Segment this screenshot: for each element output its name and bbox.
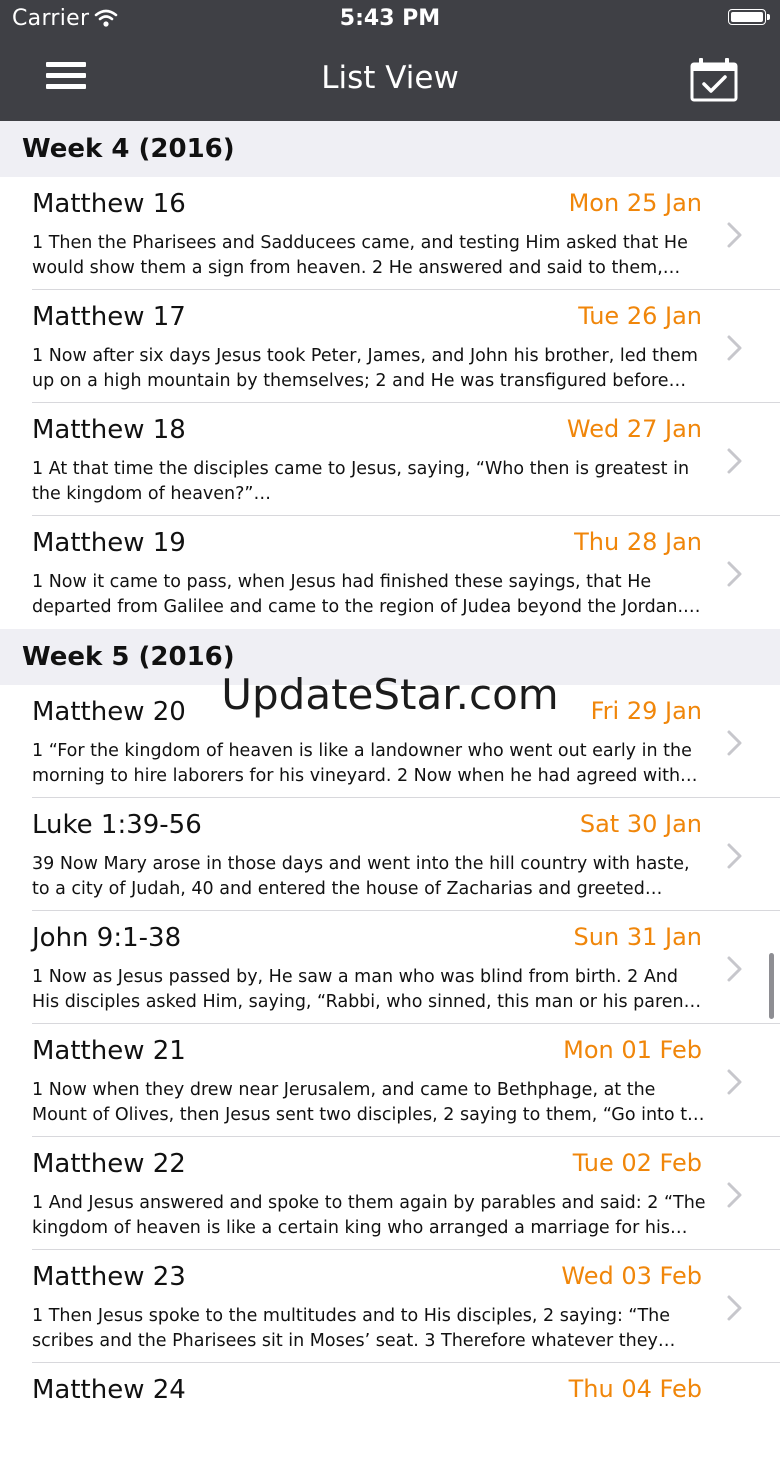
battery-icon [728, 9, 770, 27]
reading-excerpt: 39 Now Mary arose in those days and went… [32, 854, 690, 899]
list-item[interactable]: Matthew 18 Wed 27 Jan 1 At that time the… [0, 403, 780, 516]
list-item[interactable]: John 9:1-38 Sun 31 Jan 1 Now as Jesus pa… [0, 911, 780, 1024]
list-item[interactable]: Matthew 24 Thu 04 Feb [0, 1363, 780, 1476]
reading-excerpt: 1 Now after six days Jesus took Peter, J… [32, 346, 698, 391]
reading-list: Week 4 (2016) Matthew 16 Mon 25 Jan 1 Th… [0, 121, 780, 1476]
chevron-right-icon [727, 448, 742, 474]
reading-date: Tue 26 Jan [578, 302, 702, 330]
reading-excerpt: 1 At that time the disciples came to Jes… [32, 459, 690, 504]
list-item[interactable]: Luke 1:39-56 Sat 30 Jan 39 Now Mary aros… [0, 798, 780, 911]
menu-button[interactable] [38, 58, 94, 98]
chevron-right-icon [727, 335, 742, 361]
reading-excerpt: 1 “For the kingdom of heaven is like a l… [32, 741, 692, 786]
reading-date: Wed 03 Feb [561, 1262, 702, 1290]
list-item[interactable]: Matthew 17 Tue 26 Jan 1 Now after six da… [0, 290, 780, 403]
reading-title: Luke 1:39-56 [32, 810, 202, 840]
reading-title: Matthew 16 [32, 189, 186, 219]
reading-title: Matthew 24 [32, 1375, 186, 1405]
reading-excerpt: 1 Now when they drew near Jerusalem, and… [32, 1080, 705, 1125]
section-header-week-5: Week 5 (2016) [0, 629, 780, 685]
reading-excerpt: 1 Now it came to pass, when Jesus had fi… [32, 572, 701, 617]
reading-title: Matthew 19 [32, 528, 186, 558]
reading-date: Mon 01 Feb [563, 1036, 702, 1064]
clock-time: 5:43 PM [339, 6, 441, 31]
reading-excerpt: 1 Now as Jesus passed by, He saw a man w… [32, 967, 706, 1012]
calendar-check-icon [690, 58, 738, 102]
reading-excerpt: 1 Then the Pharisees and Sadducees came,… [32, 233, 688, 278]
chevron-right-icon [727, 222, 742, 248]
navigation-header: Carrier 5:43 PM List View [0, 0, 780, 121]
reading-date: Tue 02 Feb [572, 1149, 702, 1177]
list-item[interactable]: Matthew 22 Tue 02 Feb 1 And Jesus answer… [0, 1137, 780, 1250]
reading-title: Matthew 20 [32, 697, 186, 727]
list-item[interactable]: Matthew 16 Mon 25 Jan 1 Then the Pharise… [0, 177, 780, 290]
reading-title: Matthew 17 [32, 302, 186, 332]
reading-date: Wed 27 Jan [566, 415, 702, 443]
reading-date: Sat 30 Jan [579, 810, 702, 838]
chevron-right-icon [727, 843, 742, 869]
reading-date: Fri 29 Jan [590, 697, 702, 725]
reading-title: Matthew 23 [32, 1262, 186, 1292]
page-title: List View [321, 60, 459, 96]
reading-title: Matthew 18 [32, 415, 186, 445]
chevron-right-icon [727, 730, 742, 756]
scroll-indicator[interactable] [769, 953, 774, 1019]
chevron-right-icon [727, 561, 742, 587]
chevron-right-icon [727, 1182, 742, 1208]
reading-title: John 9:1-38 [32, 923, 182, 953]
chevron-right-icon [727, 956, 742, 982]
list-item[interactable]: Matthew 20 Fri 29 Jan 1 “For the kingdom… [0, 685, 780, 798]
calendar-button[interactable] [684, 54, 744, 106]
chevron-right-icon [727, 1295, 742, 1321]
reading-excerpt: 1 And Jesus answered and spoke to them a… [32, 1193, 706, 1238]
reading-title: Matthew 22 [32, 1149, 186, 1179]
reading-date: Sun 31 Jan [573, 923, 702, 951]
section-header-week-4: Week 4 (2016) [0, 121, 780, 177]
reading-date: Thu 04 Feb [568, 1375, 702, 1403]
list-item[interactable]: Matthew 19 Thu 28 Jan 1 Now it came to p… [0, 516, 780, 629]
reading-date: Thu 28 Jan [574, 528, 702, 556]
list-item[interactable]: Matthew 23 Wed 03 Feb 1 Then Jesus spoke… [0, 1250, 780, 1363]
list-item[interactable]: Matthew 21 Mon 01 Feb 1 Now when they dr… [0, 1024, 780, 1137]
reading-title: Matthew 21 [32, 1036, 186, 1066]
status-bar: Carrier 5:43 PM [0, 0, 780, 40]
reading-date: Mon 25 Jan [568, 189, 702, 217]
reading-excerpt: 1 Then Jesus spoke to the multitudes and… [32, 1306, 671, 1351]
chevron-right-icon [727, 1069, 742, 1095]
